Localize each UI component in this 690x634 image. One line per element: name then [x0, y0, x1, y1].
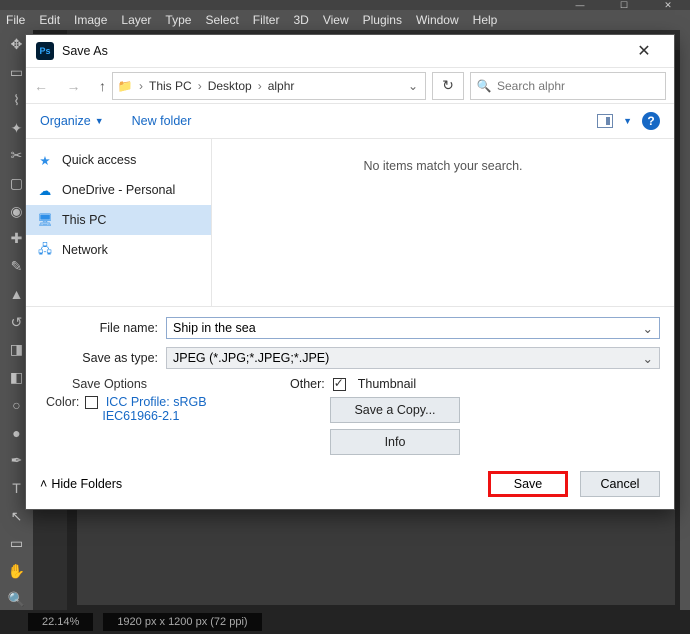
folder-icon: 📁 — [113, 79, 137, 93]
sidebar-item-label: Network — [62, 243, 108, 257]
lower-panel: File name: ⌄ Save as type: JPEG (*.JPG;*… — [26, 306, 674, 461]
tool-hand[interactable]: ✋ — [6, 561, 28, 583]
menu-3d[interactable]: 3D — [293, 13, 308, 27]
help-icon[interactable]: ? — [642, 112, 660, 130]
file-name-label: File name: — [40, 321, 166, 335]
menu-select[interactable]: Select — [205, 13, 238, 27]
sidebar-item-this-pc[interactable]: 🖥 This PC — [26, 205, 211, 235]
crumb-desktop[interactable]: Desktop — [204, 79, 256, 93]
crumb-folder[interactable]: alphr — [264, 79, 299, 93]
chevron-up-icon: ˄ — [40, 477, 47, 491]
organize-menu[interactable]: Organize ▼ — [40, 114, 104, 128]
refresh-button[interactable]: ↻ — [432, 72, 464, 100]
sidebar-item-label: Quick access — [62, 153, 136, 167]
toolbar-row: Organize ▼ New folder ▼ ? — [26, 103, 674, 139]
dialog-titlebar: Ps Save As ✕ — [26, 35, 674, 67]
nav-row: ← → ↑ 📁 › This PC › Desktop › alphr ⌄ ↻ … — [26, 67, 674, 103]
sidebar-item-label: OneDrive - Personal — [62, 183, 175, 197]
network-icon: 🖧 — [36, 240, 54, 261]
menu-edit[interactable]: Edit — [39, 13, 60, 27]
sidebar-item-quick-access[interactable]: ★ Quick access — [26, 145, 211, 175]
chevron-down-icon[interactable]: ⌄ — [643, 351, 653, 366]
sidebar: ★ Quick access ☁ OneDrive - Personal 🖥 T… — [26, 139, 212, 306]
tool-shape[interactable]: ▭ — [6, 533, 28, 555]
sidebar-item-network[interactable]: 🖧 Network — [26, 235, 211, 265]
thumbnail-checkbox[interactable] — [333, 378, 346, 391]
maximize-button[interactable]: ☐ — [602, 0, 646, 10]
chevron-right-icon: › — [196, 79, 204, 93]
nav-back-icon[interactable]: ← — [34, 78, 48, 94]
file-name-field[interactable]: ⌄ — [166, 317, 660, 339]
chevron-right-icon: › — [256, 79, 264, 93]
monitor-icon: 🖥 — [36, 213, 54, 228]
file-list-empty: No items match your search. — [212, 139, 674, 306]
menu-layer[interactable]: Layer — [121, 13, 151, 27]
info-button[interactable]: Info — [330, 429, 460, 455]
save-button[interactable]: Save — [488, 471, 568, 497]
menu-window[interactable]: Window — [416, 13, 459, 27]
menu-type[interactable]: Type — [165, 13, 191, 27]
save-type-select[interactable]: JPEG (*.JPG;*.JPEG;*.JPE) ⌄ — [166, 347, 660, 369]
chevron-down-icon[interactable]: ⌄ — [401, 79, 425, 93]
search-icon: 🔍 — [471, 79, 497, 93]
other-label: Other: — [290, 377, 325, 391]
chevron-right-icon: › — [137, 79, 145, 93]
search-placeholder: Search alphr — [497, 79, 665, 93]
menu-file[interactable]: File — [6, 13, 25, 27]
caret-down-icon[interactable]: ▼ — [623, 116, 632, 126]
icc-checkbox[interactable] — [85, 396, 98, 409]
icc-profile-line2[interactable]: IEC61966-2.1 — [102, 409, 179, 423]
new-folder-button[interactable]: New folder — [132, 114, 192, 128]
thumbnail-label: Thumbnail — [358, 377, 416, 391]
cancel-button[interactable]: Cancel — [580, 471, 660, 497]
crumb-this-pc[interactable]: This PC — [145, 79, 196, 93]
menu-help[interactable]: Help — [473, 13, 498, 27]
save-type-value: JPEG (*.JPG;*.JPEG;*.JPE) — [173, 351, 329, 365]
color-label: Color: — [46, 395, 79, 409]
ps-menubar: File Edit Image Layer Type Select Filter… — [0, 10, 690, 30]
breadcrumb[interactable]: 📁 › This PC › Desktop › alphr ⌄ — [112, 72, 426, 100]
dialog-footer: ˄ Hide Folders Save Cancel — [26, 461, 674, 509]
minimize-button[interactable]: — — [558, 0, 602, 10]
save-options-title: Save Options — [50, 377, 290, 391]
dialog-title: Save As — [62, 44, 108, 58]
menu-filter[interactable]: Filter — [253, 13, 280, 27]
search-input[interactable]: 🔍 Search alphr — [470, 72, 666, 100]
file-name-input[interactable] — [173, 321, 643, 335]
sidebar-item-label: This PC — [62, 213, 106, 227]
doc-dimensions: 1920 px x 1200 px (72 ppi) — [103, 613, 261, 631]
menu-image[interactable]: Image — [74, 13, 107, 27]
menu-plugins[interactable]: Plugins — [363, 13, 402, 27]
sidebar-item-onedrive[interactable]: ☁ OneDrive - Personal — [26, 175, 211, 205]
tool-zoom[interactable]: 🔍 — [6, 588, 28, 610]
status-bar: 22.14% 1920 px x 1200 px (72 ppi) — [0, 610, 690, 634]
save-as-dialog: Ps Save As ✕ ← → ↑ 📁 › This PC › Desktop… — [25, 34, 675, 510]
cloud-icon: ☁ — [36, 183, 54, 198]
close-window-button[interactable]: ✕ — [646, 0, 690, 10]
hide-folders-button[interactable]: ˄ Hide Folders — [40, 477, 122, 491]
icc-profile-link[interactable]: ICC Profile: sRGB — [106, 395, 207, 409]
star-icon: ★ — [36, 153, 54, 168]
ps-icon: Ps — [36, 42, 54, 60]
menu-view[interactable]: View — [323, 13, 349, 27]
save-copy-button[interactable]: Save a Copy... — [330, 397, 460, 423]
dialog-close-button[interactable]: ✕ — [624, 37, 664, 65]
nav-forward-icon[interactable]: → — [67, 78, 81, 94]
zoom-level[interactable]: 22.14% — [28, 613, 93, 631]
window-titlebar: — ☐ ✕ — [0, 0, 690, 10]
nav-up-icon[interactable]: ↑ — [99, 78, 106, 94]
save-type-label: Save as type: — [40, 351, 166, 365]
right-panel-edge — [680, 30, 690, 610]
caret-down-icon: ▼ — [95, 116, 104, 126]
view-mode-icon[interactable] — [597, 114, 613, 128]
chevron-down-icon[interactable]: ⌄ — [643, 321, 653, 336]
